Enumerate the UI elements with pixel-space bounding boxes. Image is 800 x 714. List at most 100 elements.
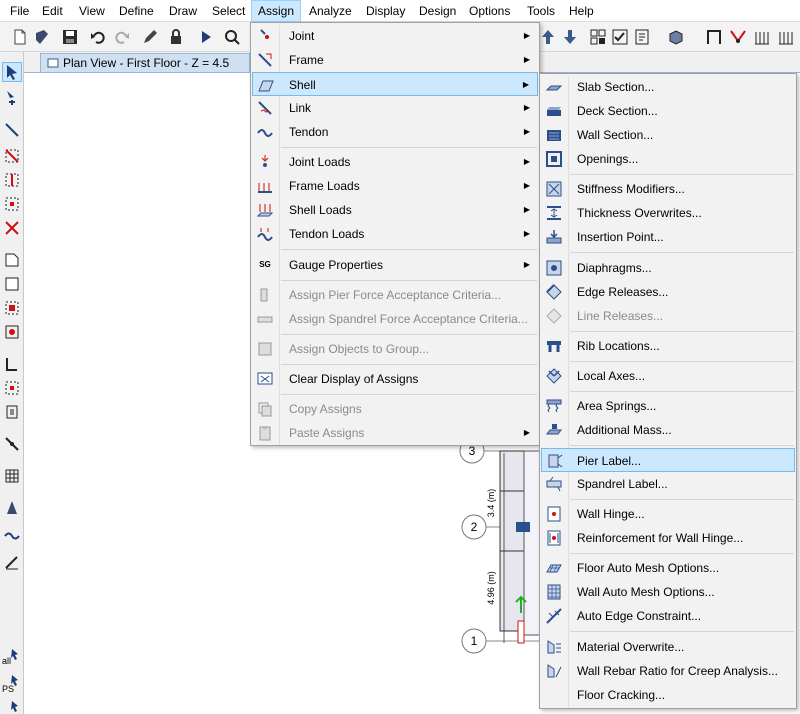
menu-item-additional-mass[interactable]: Additional Mass... <box>541 418 795 442</box>
menu-item-joint[interactable]: Joint ▶ <box>252 24 538 48</box>
menu-tools[interactable]: Tools <box>521 0 561 22</box>
frame-draw-icon[interactable] <box>704 27 724 47</box>
menu-item-floor-cracking[interactable]: Floor Cracking... <box>541 683 795 707</box>
menu-item-paste-assigns[interactable]: Paste Assigns ▶ <box>252 421 538 445</box>
menu-item-floor-auto-mesh[interactable]: Floor Auto Mesh Options... <box>541 556 795 580</box>
pointer-icon[interactable] <box>2 62 22 82</box>
menu-item-area-springs[interactable]: Area Springs... <box>541 394 795 418</box>
menu-analyze[interactable]: Analyze <box>303 0 358 22</box>
reshape-icon[interactable] <box>2 88 22 108</box>
menu-file[interactable]: File <box>4 0 35 22</box>
menu-item-pier-label[interactable]: Pier Label... <box>541 448 795 472</box>
draw-section-cut-icon[interactable] <box>2 498 22 518</box>
draw-wall-stack-icon[interactable] <box>2 354 22 374</box>
menu-item-auto-edge-constraint[interactable]: Auto Edge Constraint... <box>541 604 795 628</box>
menu-item-material-overwrite[interactable]: Material Overwrite... <box>541 635 795 659</box>
menu-assign[interactable]: Assign <box>251 0 302 22</box>
draw-grid-icon[interactable] <box>2 466 22 486</box>
pencil-icon[interactable] <box>140 27 160 47</box>
menu-edit[interactable]: Edit <box>36 0 69 22</box>
menu-options[interactable]: Options <box>463 0 516 22</box>
menu-item-spandrel-criteria[interactable]: Assign Spandrel Force Acceptance Criteri… <box>252 307 538 331</box>
menu-item-wall-rebar-ratio[interactable]: Wall Rebar Ratio for Creep Analysis... <box>541 659 795 683</box>
draw-tendon-icon[interactable] <box>2 526 22 546</box>
clear-selection-icon[interactable] <box>2 698 22 714</box>
draw-floor-icon[interactable] <box>2 250 22 270</box>
save-icon[interactable] <box>60 27 80 47</box>
menu-item-wall-hinge[interactable]: Wall Hinge... <box>541 502 795 526</box>
menu-item-tendon[interactable]: Tendon ▶ <box>252 120 538 144</box>
menu-define[interactable]: Define <box>113 0 160 22</box>
draw-line-icon[interactable] <box>2 120 22 140</box>
submenu-arrow-icon: ▶ <box>522 80 529 89</box>
menu-item-stiffness-modifiers[interactable]: Stiffness Modifiers... <box>541 177 795 201</box>
menu-item-line-releases[interactable]: Line Releases... <box>541 304 795 328</box>
draw-wall-point-icon[interactable] <box>2 378 22 398</box>
draw-dimension-icon[interactable] <box>2 552 22 572</box>
menu-item-slab-section[interactable]: Slab Section... <box>541 75 795 99</box>
new-model-icon[interactable] <box>10 27 30 47</box>
menu-item-link[interactable]: Link ▶ <box>252 96 538 120</box>
menu-item-deck-section[interactable]: Deck Section... <box>541 99 795 123</box>
menu-item-rib-locations[interactable]: Rib Locations... <box>541 334 795 358</box>
menu-item-reinforcement-wall-hinge[interactable]: Reinforcement for Wall Hinge... <box>541 526 795 550</box>
menu-item-diaphragms[interactable]: Diaphragms... <box>541 256 795 280</box>
submenu-arrow-icon: ▶ <box>523 103 530 112</box>
menu-item-joint-loads[interactable]: Joint Loads ▶ <box>252 150 538 174</box>
menu-item-pier-criteria[interactable]: Assign Pier Force Acceptance Criteria... <box>252 283 538 307</box>
draw-column-icon[interactable] <box>2 170 22 190</box>
menu-item-insertion-point[interactable]: Insertion Point... <box>541 225 795 249</box>
draw-wall-icon[interactable] <box>2 194 22 214</box>
menu-item-edge-releases[interactable]: Edge Releases... <box>541 280 795 304</box>
redo-icon[interactable] <box>112 27 132 47</box>
columns-draw-icon[interactable] <box>752 27 772 47</box>
draw-rect-floor-icon[interactable] <box>2 274 22 294</box>
draw-wall-panel-icon[interactable] <box>2 402 22 422</box>
zoom-icon[interactable] <box>222 27 242 47</box>
properties-icon[interactable] <box>632 27 652 47</box>
mass-icon <box>545 421 563 439</box>
menu-item-wall-section[interactable]: Wall Section... <box>541 123 795 147</box>
check-icon[interactable] <box>610 27 630 47</box>
brace-draw-icon[interactable] <box>728 27 748 47</box>
view-3d-icon[interactable] <box>666 27 686 47</box>
menu-design[interactable]: Design <box>413 0 462 22</box>
menu-item-openings[interactable]: Openings... <box>541 147 795 171</box>
wall-hinge-icon <box>545 505 563 523</box>
copy-icon <box>256 400 274 418</box>
draw-brace-icon[interactable] <box>2 218 22 238</box>
menu-display[interactable]: Display <box>360 0 411 22</box>
menu-item-thickness-overwrites[interactable]: Thickness Overwrites... <box>541 201 795 225</box>
menu-item-clear-display[interactable]: Clear Display of Assigns <box>252 367 538 391</box>
menu-view[interactable]: View <box>73 0 111 22</box>
plan-view-tab[interactable]: Plan View - First Floor - Z = 4.5 (m) <box>40 53 250 88</box>
edge-constraint-icon <box>545 607 563 625</box>
menu-item-frame-loads[interactable]: Frame Loads ▶ <box>252 174 538 198</box>
menu-item-tendon-loads[interactable]: Tendon Loads ▶ <box>252 222 538 246</box>
menu-item-gauge-properties[interactable]: SG Gauge Properties ▶ <box>252 253 538 277</box>
rib-icon <box>545 337 563 355</box>
draw-click-floor-icon[interactable] <box>2 298 22 318</box>
menu-item-shell-loads[interactable]: Shell Loads ▶ <box>252 198 538 222</box>
menu-item-local-axes[interactable]: Local Axes... <box>541 364 795 388</box>
draw-beam-icon[interactable] <box>2 146 22 166</box>
run-analysis-icon[interactable] <box>196 27 216 47</box>
lock-icon[interactable] <box>166 27 186 47</box>
menu-item-copy-assigns[interactable]: Copy Assigns <box>252 397 538 421</box>
open-model-icon[interactable] <box>32 27 52 47</box>
menu-item-wall-auto-mesh[interactable]: Wall Auto Mesh Options... <box>541 580 795 604</box>
draw-opening-icon[interactable] <box>2 322 22 342</box>
menu-item-shell[interactable]: Shell ▶ <box>252 72 538 96</box>
menu-help[interactable]: Help <box>563 0 600 22</box>
move-up-icon[interactable] <box>538 27 558 47</box>
move-down-icon[interactable] <box>560 27 580 47</box>
menu-select[interactable]: Select <box>206 0 251 22</box>
menu-item-spandrel-label[interactable]: Spandrel Label... <box>541 472 795 496</box>
walls-draw-icon[interactable] <box>776 27 796 47</box>
draw-link-icon[interactable] <box>2 434 22 454</box>
menu-item-assign-group[interactable]: Assign Objects to Group... <box>252 337 538 361</box>
undo-icon[interactable] <box>88 27 108 47</box>
menu-draw[interactable]: Draw <box>163 0 203 22</box>
menu-item-frame[interactable]: Frame ▶ <box>252 48 538 72</box>
grid-select-icon[interactable] <box>588 27 608 47</box>
